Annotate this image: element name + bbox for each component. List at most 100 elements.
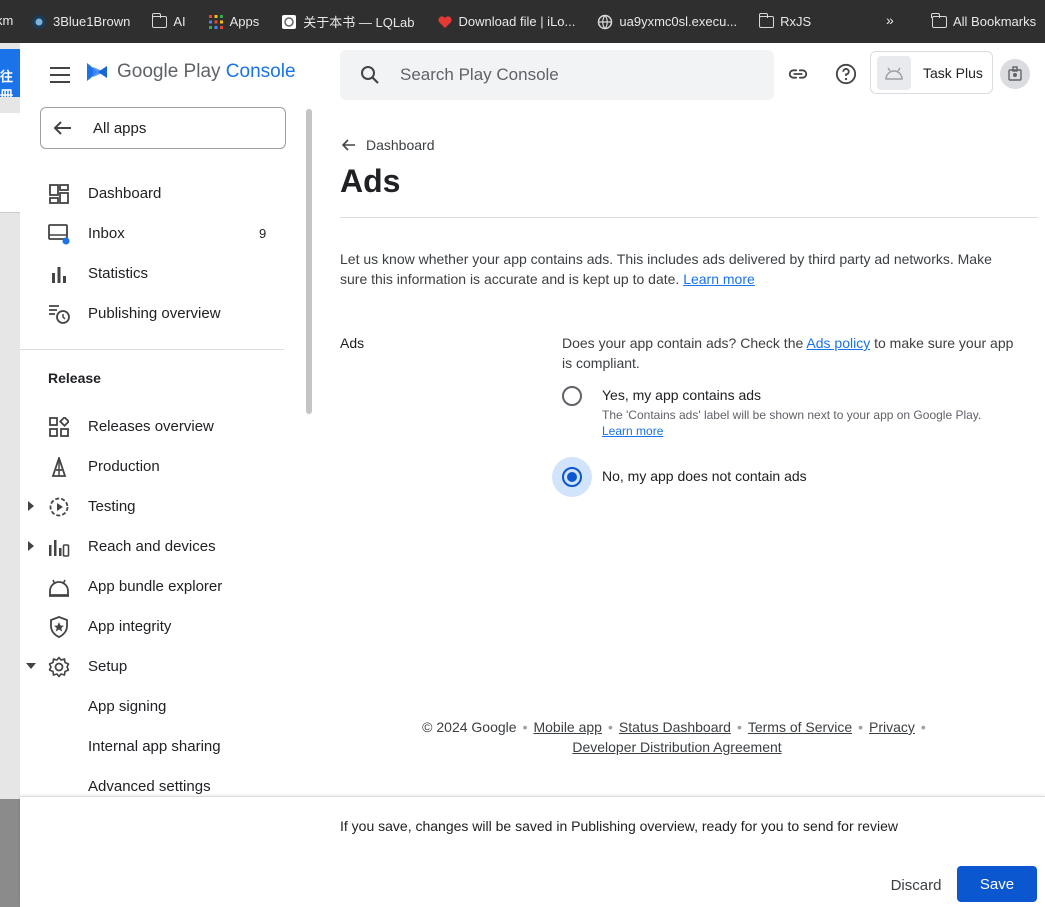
sidebar-item-label: Testing — [88, 497, 136, 515]
search-input[interactable]: Search Play Console — [400, 65, 559, 85]
sidebar-item-releases-overview[interactable]: Releases overview — [20, 406, 290, 446]
footer-link-dda[interactable]: Developer Distribution Agreement — [572, 739, 781, 755]
expand-chevron-icon[interactable] — [28, 501, 34, 511]
page-title: Ads — [340, 163, 401, 199]
all-apps-button[interactable]: All apps — [40, 107, 286, 149]
releases-icon — [48, 416, 70, 438]
sidebar-item-testing[interactable]: Testing — [20, 486, 290, 526]
inbox-count-badge: 9 — [259, 225, 267, 241]
sidebar-scrollbar[interactable] — [306, 109, 312, 414]
sidebar-item-app-integrity[interactable]: App integrity — [20, 606, 290, 646]
radio-yes[interactable] — [552, 376, 592, 416]
globe-icon — [597, 14, 613, 30]
radio-option-no[interactable]: No, my app does not contain ads — [552, 457, 807, 497]
sidebar-item-dashboard[interactable]: Dashboard — [20, 173, 290, 213]
production-icon — [48, 456, 70, 478]
bookmark-label: 3Blue1Brown — [53, 14, 131, 29]
bookmarks-more-chevron-icon[interactable]: » — [886, 12, 894, 28]
discard-button[interactable]: Discard — [880, 867, 952, 903]
bookmark-lqlab[interactable]: 关于本书 — LQLab — [270, 12, 425, 31]
sidebar-item-app-signing[interactable]: App signing — [20, 686, 290, 726]
sidebar-item-label: App integrity — [88, 617, 172, 635]
help-icon[interactable] — [835, 63, 857, 85]
publishing-icon — [48, 303, 70, 325]
app-selector[interactable]: Task Plus — [870, 51, 993, 94]
sidebar-item-label: App signing — [88, 697, 167, 715]
radio-no-label: No, my app does not contain ads — [602, 468, 807, 484]
page-footer: © 2024 Google • Mobile app • Status Dashboar… — [422, 719, 926, 755]
bookmark-apps[interactable]: Apps — [197, 14, 271, 30]
footer-link-status-dashboard[interactable]: Status Dashboard — [619, 719, 731, 735]
question-prefix: Does your app contain ads? Check the — [562, 335, 804, 351]
footer-link-terms[interactable]: Terms of Service — [748, 719, 852, 735]
sidebar-item-label: Setup — [88, 657, 128, 675]
bookmark-rxjs[interactable]: RxJS — [748, 12, 822, 29]
gear-icon — [48, 656, 70, 678]
menu-icon[interactable] — [50, 67, 70, 83]
apps-grid-icon — [208, 14, 224, 30]
arrow-back-icon — [342, 139, 355, 151]
app-name: Task Plus — [923, 64, 983, 81]
expand-chevron-icon[interactable] — [28, 541, 34, 551]
testing-icon — [48, 496, 70, 518]
all-bookmarks[interactable]: All Bookmarks — [931, 0, 1037, 43]
collapse-chevron-icon[interactable] — [26, 663, 36, 669]
radio-no[interactable] — [552, 457, 592, 497]
ads-policy-link[interactable]: Ads policy — [806, 335, 870, 351]
dashboard-icon — [48, 183, 70, 205]
contains-ads-learn-more-link[interactable]: Learn more — [602, 424, 663, 438]
sidebar-item-setup[interactable]: Setup — [20, 646, 290, 686]
radio-yes-help-text: The 'Contains ads' label will be shown n… — [602, 408, 982, 422]
learn-more-link[interactable]: Learn more — [683, 271, 755, 287]
sidebar-section-release: Release — [48, 370, 101, 386]
bookmark-label: Download file | iLo... — [458, 14, 576, 29]
folder-icon — [758, 12, 775, 28]
bookmarks-bar: km 3Blue1Brown AI Apps 关于本书 — LQLab Down… — [0, 0, 1045, 43]
bundle-icon — [48, 576, 70, 598]
footer-copyright: © 2024 Google — [422, 719, 517, 735]
radio-option-yes[interactable]: Yes, my app contains ads The 'Contains a… — [552, 376, 981, 439]
arrow-back-icon — [53, 121, 71, 135]
background-window-banner: 往冊 — [0, 49, 20, 97]
ads-field-label: Ads — [340, 335, 365, 351]
breadcrumb[interactable]: Dashboard — [342, 137, 435, 153]
sidebar-item-label: Releases overview — [88, 417, 214, 435]
sidebar-item-inbox[interactable]: Inbox 9 — [20, 213, 290, 253]
logo-text-google-play: Google Play — [117, 61, 221, 82]
heart-icon — [437, 14, 453, 30]
save-bar: If you save, changes will be saved in Pu… — [20, 796, 1045, 907]
bookmark-3blue1brown[interactable]: 3Blue1Brown — [20, 14, 141, 30]
sidebar-item-production[interactable]: Production — [20, 446, 290, 486]
ads-question: Does your app contain ads? Check the Ads… — [562, 333, 1022, 373]
footer-link-privacy[interactable]: Privacy — [869, 719, 915, 735]
save-bar-message: If you save, changes will be saved in Pu… — [340, 818, 898, 834]
sidebar-item-internal-app-sharing[interactable]: Internal app sharing — [20, 726, 290, 766]
link-icon[interactable] — [787, 63, 809, 85]
bookmark-ua9yxmc0sl[interactable]: ua9yxmc0sl.execu... — [586, 14, 748, 30]
google-play-console-logo[interactable]: Google Play Console — [85, 60, 296, 84]
radio-yes-help: The 'Contains ads' label will be shown n… — [602, 407, 981, 439]
logo-text: Google Play Console — [117, 61, 296, 83]
bookmark-partial-text: km — [0, 13, 14, 28]
sidebar-item-label: Dashboard — [88, 184, 162, 202]
bar-chart-icon — [48, 263, 70, 285]
search-bar[interactable]: Search Play Console — [340, 50, 774, 100]
all-bookmarks-label: All Bookmarks — [953, 14, 1037, 29]
sidebar-item-statistics[interactable]: Statistics — [20, 253, 290, 293]
footer-link-mobile-app[interactable]: Mobile app — [533, 719, 602, 735]
logo-text-console: Console — [225, 61, 296, 82]
bookmark-ai[interactable]: AI — [141, 12, 196, 29]
sidebar-item-label: Statistics — [88, 264, 149, 282]
account-avatar-icon[interactable] — [1000, 59, 1030, 89]
play-console-logo-icon — [87, 63, 107, 81]
bookmark-download-file[interactable]: Download file | iLo... — [426, 14, 587, 30]
sidebar-item-label: Reach and devices — [88, 537, 216, 555]
sidebar-item-reach-and-devices[interactable]: Reach and devices — [20, 526, 290, 566]
sidebar-item-app-bundle-explorer[interactable]: App bundle explorer — [20, 566, 290, 606]
save-button[interactable]: Save — [957, 866, 1037, 902]
sidebar-item-publishing-overview[interactable]: Publishing overview — [20, 293, 290, 333]
background-window: 往冊 — [0, 43, 20, 907]
bookmark-label: 关于本书 — LQLab — [303, 15, 415, 30]
folder-icon — [151, 12, 168, 28]
sidebar-item-label: Advanced settings — [88, 777, 211, 795]
